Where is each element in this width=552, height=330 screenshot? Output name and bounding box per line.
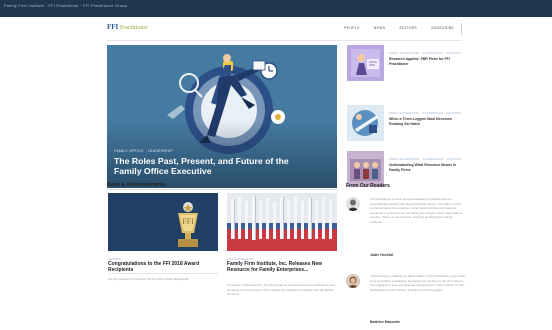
reader-name: Jodie Hochild bbox=[370, 253, 393, 257]
readers-section-heading: From Our Readers bbox=[346, 183, 390, 189]
news-card-image bbox=[227, 193, 337, 251]
news-card-title[interactable]: Congratulations to the FFI 2018 Award Re… bbox=[108, 261, 216, 273]
nav-editors[interactable]: EDITORS bbox=[399, 26, 417, 30]
reader-name: Beatrice Masonhe bbox=[370, 320, 400, 324]
side-article-title[interactable]: Research Applied: FBR Picks for FFI Prac… bbox=[389, 57, 464, 66]
side-article-meta: FAMILY ENTERPRISE · GOVERNANCE · ADVISOR… bbox=[389, 111, 462, 115]
side-article[interactable]: FAMILY ENTERPRISE · GOVERNANCE · ADVISOR… bbox=[347, 151, 465, 187]
hero-title[interactable]: The Roles Past, Present, and Future of t… bbox=[114, 156, 289, 176]
side-article[interactable]: FAMILY ENTERPRISE · GOVERNANCE · ADVISOR… bbox=[347, 45, 465, 81]
side-article-thumbnail bbox=[347, 45, 384, 81]
news-card-excerpt: According to Rosmarie Dr., the FFI plena… bbox=[227, 283, 336, 296]
header-divider bbox=[107, 40, 462, 41]
side-article[interactable]: FAMILY ENTERPRISE · GOVERNANCE · ADVISOR… bbox=[347, 105, 465, 141]
news-section-heading: News & Announcements bbox=[107, 182, 166, 188]
reader-avatar bbox=[346, 274, 360, 288]
site-logo[interactable]: FFI Practitioner bbox=[107, 23, 148, 31]
side-article-thumbnail bbox=[347, 151, 384, 187]
hero-category-tag[interactable]: FAMILY OFFICE · LEADERSHIP bbox=[114, 149, 173, 153]
news-card-excerpt: We are pleased to announce the FFI 2018 … bbox=[108, 277, 189, 281]
side-article-meta: FAMILY ENTERPRISE · GOVERNANCE · ADVISOR… bbox=[389, 157, 462, 161]
top-bar-breadcrumb[interactable]: Family Firm Institute · FFI Practitioner… bbox=[4, 3, 127, 8]
hero-gradient-overlay bbox=[107, 120, 337, 188]
reader-testimonial: I look forward to reading the latest edi… bbox=[346, 274, 466, 328]
logo-sub: Practitioner bbox=[120, 25, 149, 31]
news-card-title[interactable]: Family Firm Institute, Inc. Releases New… bbox=[227, 261, 335, 273]
nav-divider bbox=[461, 23, 462, 35]
news-card-image: FFI bbox=[108, 193, 218, 251]
news-section-divider bbox=[107, 189, 337, 190]
svg-text:FFI: FFI bbox=[182, 217, 194, 226]
page: FFI Practitioner PEOPLE NEWS EDITORS SUB… bbox=[0, 17, 552, 330]
nav-news[interactable]: NEWS bbox=[374, 26, 386, 30]
main-nav: PEOPLE NEWS EDITORS SUBSCRIBE bbox=[344, 26, 454, 30]
browser-top-bar: Family Firm Institute · FFI Practitioner… bbox=[0, 0, 552, 17]
nav-people[interactable]: PEOPLE bbox=[344, 26, 360, 30]
reader-quote: I look forward to reading the latest edi… bbox=[370, 274, 466, 292]
reader-avatar bbox=[346, 197, 360, 211]
reader-testimonial: FFI Practitioner remains thought leaders… bbox=[346, 197, 466, 259]
side-article-meta: FAMILY ENTERPRISE · GOVERNANCE · ADVISOR… bbox=[389, 51, 462, 55]
hero-feature[interactable]: FAMILY OFFICE · LEADERSHIP The Roles Pas… bbox=[107, 45, 337, 188]
news-card-divider bbox=[108, 273, 218, 274]
logo-main: FFI bbox=[107, 23, 119, 31]
reader-quote: FFI Practitioner remains thought leaders… bbox=[370, 197, 463, 224]
site-header: FFI Practitioner PEOPLE NEWS EDITORS SUB… bbox=[107, 23, 462, 37]
side-article-title[interactable]: When a Three-Legged Stool Becomes Rotati… bbox=[389, 117, 464, 126]
side-article-title[interactable]: Understanding What Resource Means in Fam… bbox=[389, 163, 464, 172]
nav-subscribe[interactable]: SUBSCRIBE bbox=[431, 26, 454, 30]
side-article-thumbnail bbox=[347, 105, 384, 141]
